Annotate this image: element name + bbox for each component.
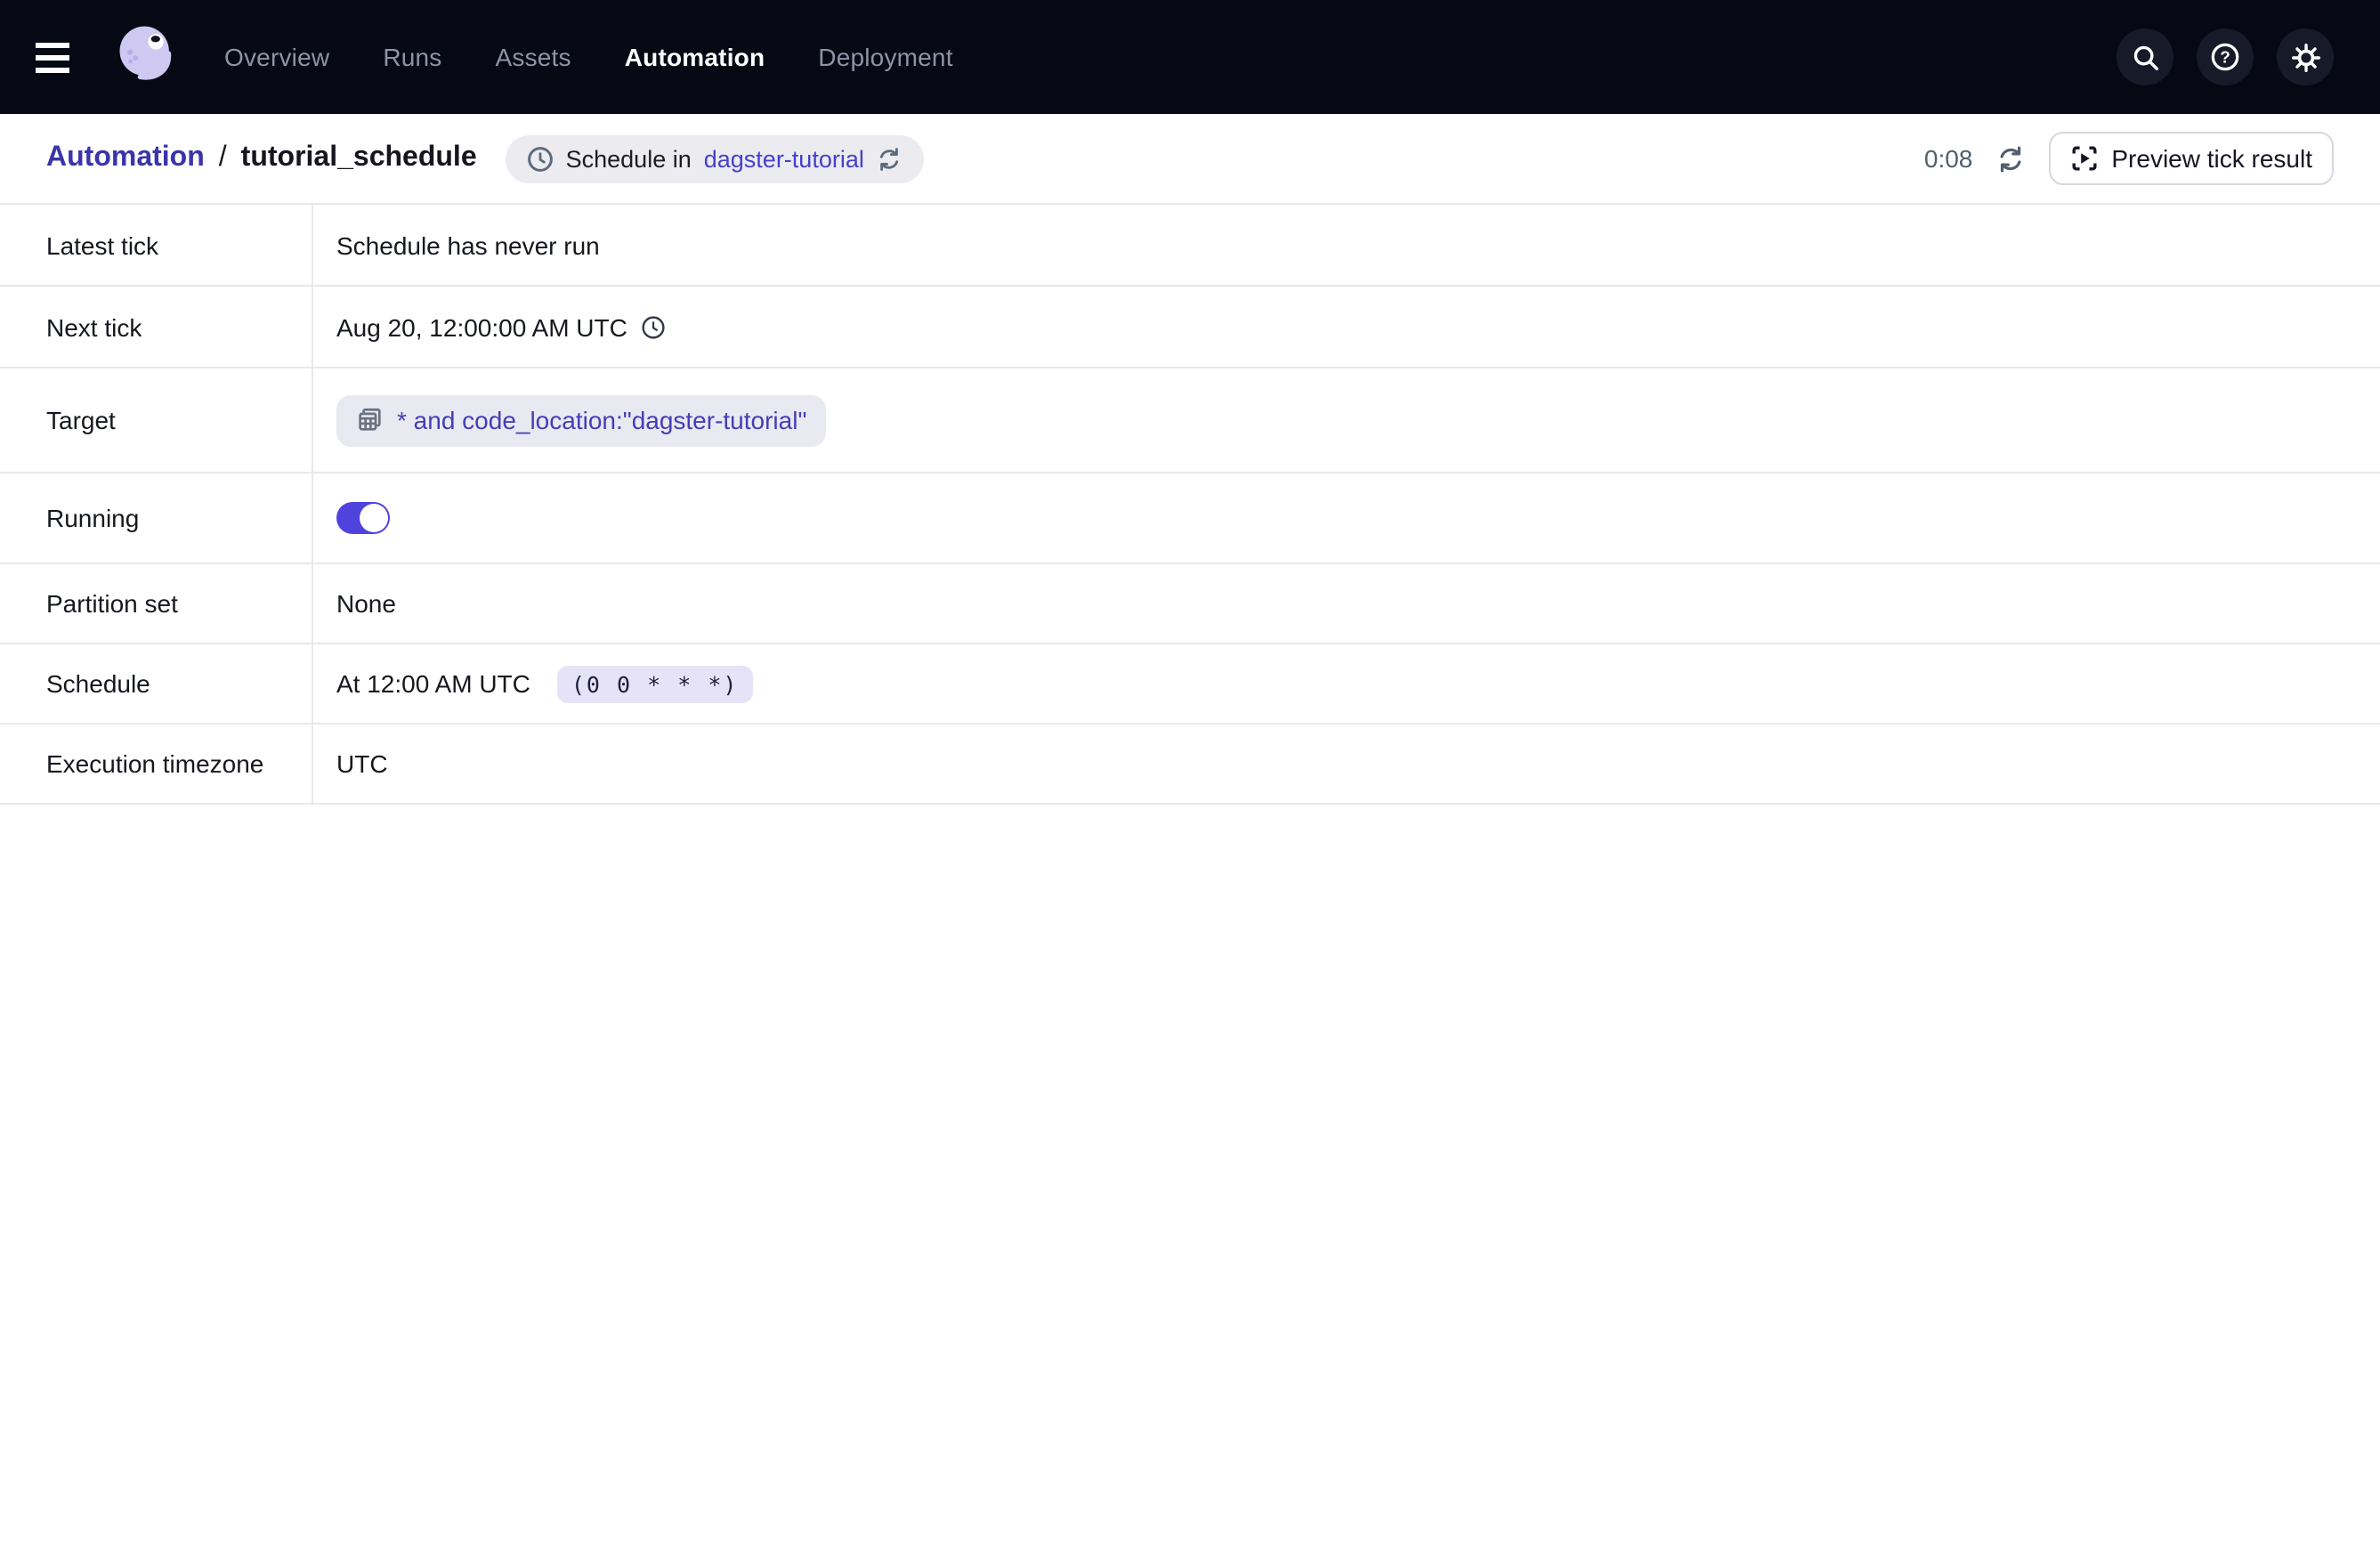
code-location-badge: Schedule in dagster-tutorial xyxy=(506,134,925,182)
execution-timezone-value: UTC xyxy=(313,724,2380,803)
row-label: Schedule xyxy=(0,644,313,723)
table-stack-icon xyxy=(356,406,385,434)
row-label: Latest tick xyxy=(0,205,313,285)
svg-text:?: ? xyxy=(2220,48,2230,67)
hamburger-menu-icon[interactable] xyxy=(36,32,85,82)
search-icon[interactable] xyxy=(2117,28,2174,85)
timestamp-clock-icon xyxy=(642,314,667,339)
row-target: Target xyxy=(0,368,2380,473)
nav-item-assets[interactable]: Assets xyxy=(496,43,571,71)
schedule-clock-icon xyxy=(527,145,554,172)
schedule-detail-table: Latest tick Schedule has never run Next … xyxy=(0,205,2380,805)
row-label: Execution timezone xyxy=(0,724,313,803)
settings-icon[interactable] xyxy=(2277,28,2334,85)
code-location-link[interactable]: dagster-tutorial xyxy=(704,145,864,172)
row-execution-timezone: Execution timezone UTC xyxy=(0,724,2380,805)
latest-tick-value: Schedule has never run xyxy=(313,205,2380,285)
partition-set-value: None xyxy=(313,564,2380,643)
row-next-tick: Next tick Aug 20, 12:00:00 AM UTC xyxy=(0,287,2380,368)
refresh-countdown: 0:08 xyxy=(1924,144,1973,173)
nav-item-runs[interactable]: Runs xyxy=(383,43,441,71)
row-partition-set: Partition set None xyxy=(0,564,2380,644)
top-navbar: Overview Runs Assets Automation Deployme… xyxy=(0,0,2380,114)
nav-item-automation[interactable]: Automation xyxy=(625,43,765,71)
breadcrumb-automation-link[interactable]: Automation xyxy=(46,142,205,174)
badge-type-label: Schedule in xyxy=(566,145,692,172)
preview-viewfinder-play-icon xyxy=(2070,144,2099,173)
breadcrumb-separator: / xyxy=(219,142,227,174)
row-label: Next tick xyxy=(0,287,313,367)
row-running: Running xyxy=(0,473,2380,564)
row-latest-tick: Latest tick Schedule has never run xyxy=(0,205,2380,287)
nav-item-deployment[interactable]: Deployment xyxy=(818,43,952,71)
dagster-logo[interactable] xyxy=(110,20,185,94)
row-schedule: Schedule At 12:00 AM UTC (0 0 * * *) xyxy=(0,644,2380,724)
row-label: Target xyxy=(0,368,313,472)
preview-tick-result-button[interactable]: Preview tick result xyxy=(2049,132,2334,185)
breadcrumb: Automation / tutorial_schedule xyxy=(46,142,477,174)
row-label: Partition set xyxy=(0,564,313,643)
page-title: tutorial_schedule xyxy=(241,142,477,174)
page-header: Automation / tutorial_schedule Schedule … xyxy=(0,114,2380,205)
asset-selection-chip[interactable]: * and code_location:"dagster-tutorial" xyxy=(336,394,826,446)
running-toggle[interactable] xyxy=(336,502,390,534)
reload-location-icon[interactable] xyxy=(877,145,903,172)
next-tick-value: Aug 20, 12:00:00 AM UTC xyxy=(336,312,627,341)
help-icon[interactable]: ? xyxy=(2197,28,2254,85)
cron-expression-chip: (0 0 * * *) xyxy=(557,665,753,702)
asset-selection-text: * and code_location:"dagster-tutorial" xyxy=(397,406,806,434)
main-nav: Overview Runs Assets Automation Deployme… xyxy=(224,43,953,71)
schedule-human-value: At 12:00 AM UTC xyxy=(336,669,530,698)
row-label: Running xyxy=(0,473,313,563)
nav-item-overview[interactable]: Overview xyxy=(224,43,329,71)
app-window: Overview Runs Assets Automation Deployme… xyxy=(0,0,2380,1554)
refresh-icon[interactable] xyxy=(1995,143,2026,174)
